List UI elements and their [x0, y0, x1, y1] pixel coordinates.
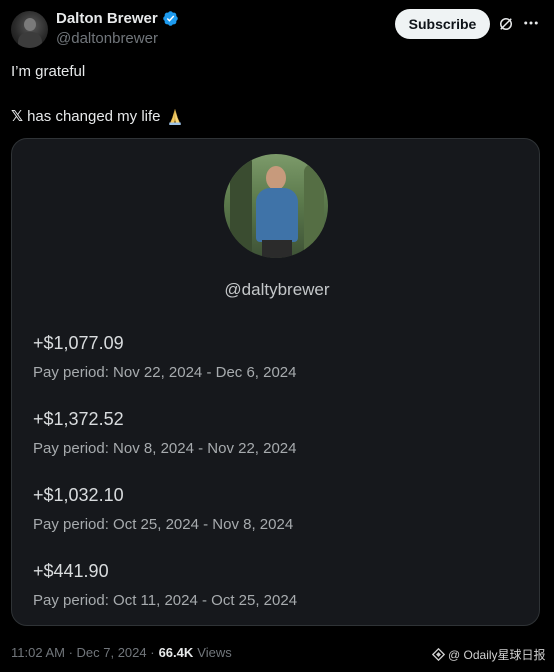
payout-amount: +$441.90: [33, 561, 109, 581]
author-handle[interactable]: @daltonbrewer: [56, 30, 158, 47]
payout-period: Pay period: Nov 22, 2024 - Dec 6, 2024: [33, 364, 297, 381]
card-profile-photo: [224, 154, 328, 258]
x-logo-text: 𝕏: [11, 108, 24, 125]
payout-item: +$1,032.10 Pay period: Oct 25, 2024 - No…: [33, 485, 293, 533]
watermark-text: @ Odaily星球日报: [448, 648, 546, 662]
more-icon[interactable]: [522, 14, 540, 32]
grok-icon[interactable]: [497, 15, 515, 33]
photo-person-legs: [262, 240, 292, 258]
avatar-torso: [18, 32, 42, 48]
subscribe-button[interactable]: Subscribe: [395, 9, 490, 39]
payout-item: +$1,372.52 Pay period: Nov 8, 2024 - Nov…: [33, 409, 297, 457]
photo-tree-right: [304, 164, 324, 258]
watermark: @ Odaily星球日报: [432, 646, 546, 663]
photo-person-head: [266, 166, 286, 190]
photo-person-shirt: [256, 188, 298, 242]
author-name-row: Dalton Brewer: [56, 10, 179, 27]
post-text-line-1: I’m grateful: [11, 63, 86, 80]
post-text-line-2-content: has changed my life: [27, 107, 161, 125]
payout-period: Pay period: Oct 11, 2024 - Oct 25, 2024: [33, 592, 298, 609]
payout-item: +$441.90 Pay period: Oct 11, 2024 - Oct …: [33, 561, 297, 609]
post-text-line-2: 𝕏 has changed my life: [11, 107, 185, 125]
payout-amount: +$1,372.52: [33, 409, 124, 429]
payout-amount: +$1,077.09: [33, 333, 124, 353]
verified-badge-icon: [162, 11, 178, 26]
avatar-head: [24, 18, 36, 31]
folded-hands-emoji-icon: [168, 109, 181, 125]
odaily-logo-icon: [432, 648, 445, 661]
payout-amount: +$1,032.10: [33, 485, 124, 505]
photo-tree-left: [230, 154, 252, 258]
author-display-name[interactable]: Dalton Brewer: [56, 10, 158, 27]
card-handle: @daltybrewer: [224, 280, 330, 299]
views-count[interactable]: 66.4K: [159, 645, 194, 660]
payout-period: Pay period: Oct 25, 2024 - Nov 8, 2024: [33, 516, 294, 533]
payout-item: +$1,077.09 Pay period: Nov 22, 2024 - De…: [33, 333, 297, 381]
avatar[interactable]: [11, 11, 48, 48]
payout-period: Pay period: Nov 8, 2024 - Nov 22, 2024: [33, 440, 297, 457]
post-meta: 11:02 AM · Dec 7, 2024 · 66.4K Views: [11, 645, 232, 660]
views-label: Views: [197, 645, 232, 660]
post-timestamp[interactable]: 11:02 AM · Dec 7, 2024 ·: [11, 645, 155, 660]
